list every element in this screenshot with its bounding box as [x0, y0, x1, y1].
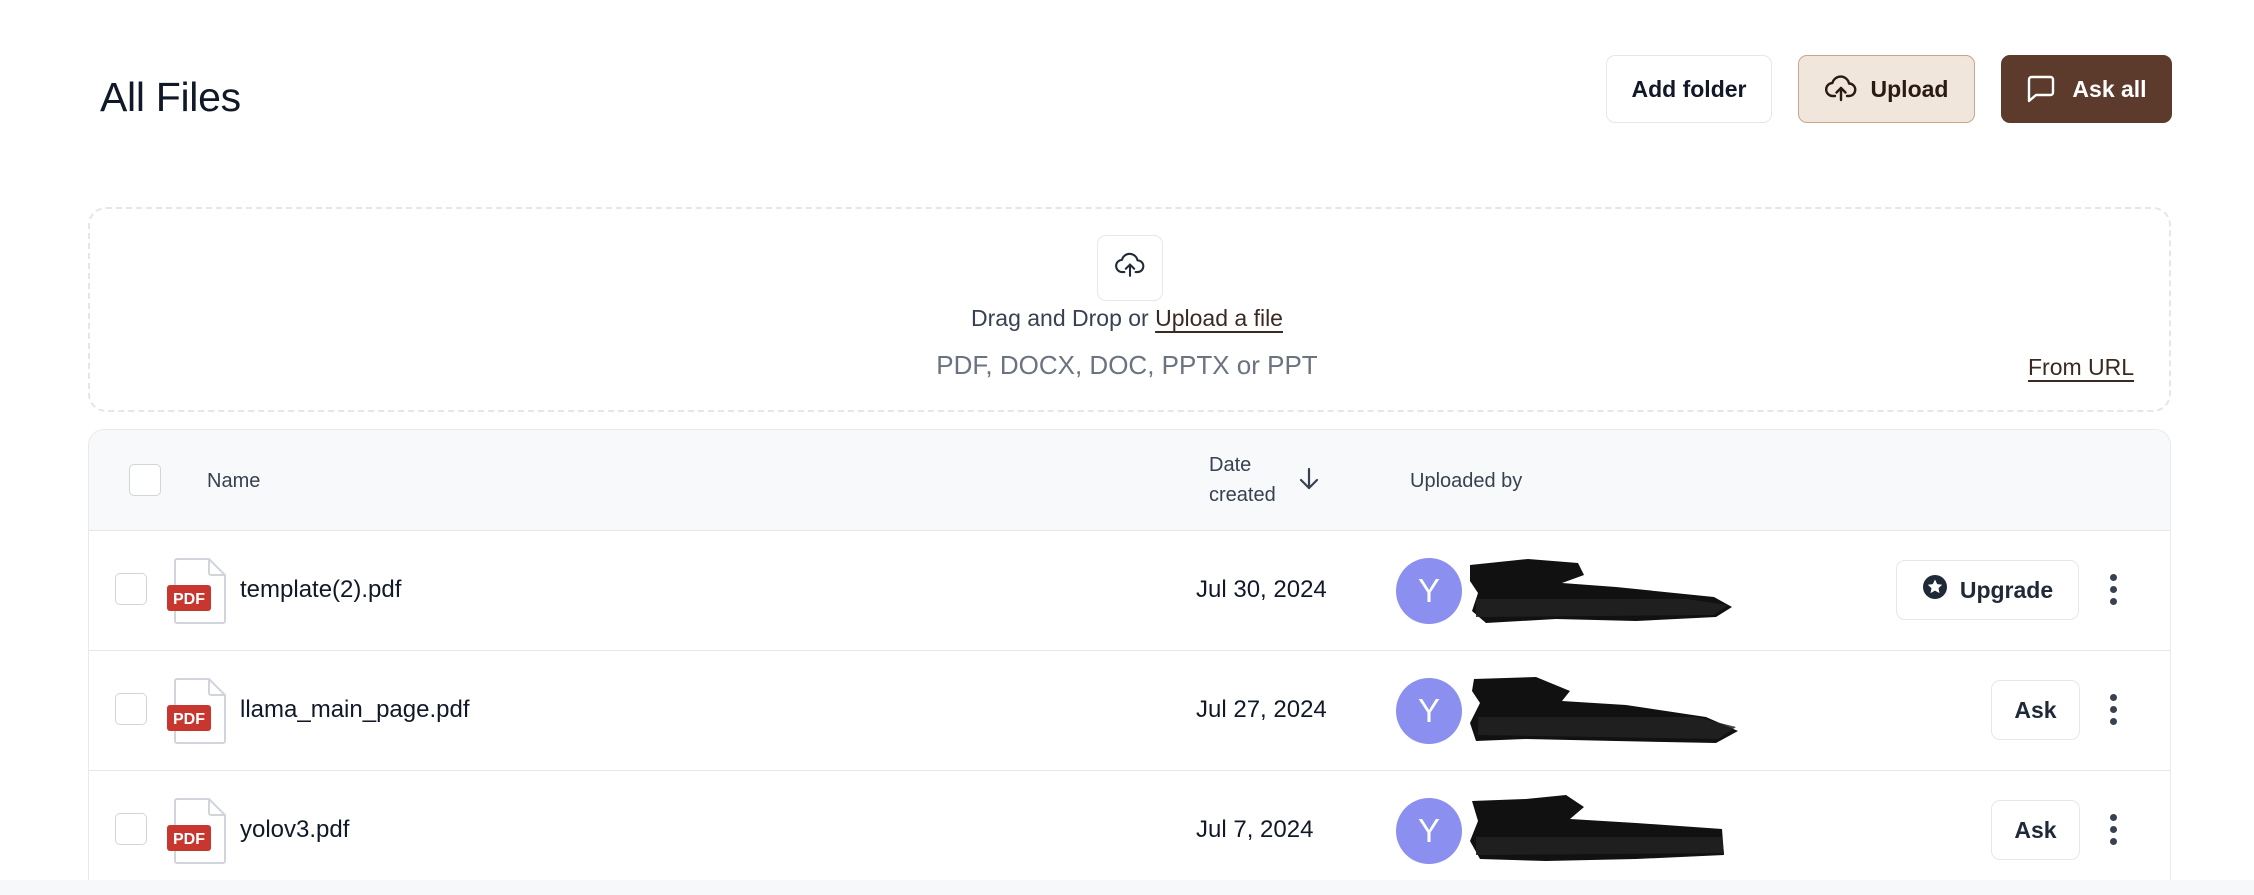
file-name[interactable]: llama_main_page.pdf [240, 696, 470, 724]
dropzone-prefix: Drag and Drop or [971, 305, 1156, 331]
upgrade-label: Upgrade [1959, 576, 2054, 603]
upload-label: Upload [1870, 75, 1949, 102]
chat-bubble-icon [2026, 75, 2056, 103]
header-actions: Add folder Upload Ask all [1606, 55, 2172, 123]
file-name[interactable]: template(2).pdf [240, 576, 401, 604]
redacted-uploader-info [1466, 673, 1746, 751]
accepted-file-types: PDF, DOCX, DOC, PPTX or PPT [936, 350, 1318, 380]
pdf-badge-text: PDF [173, 711, 205, 728]
pdf-file-icon: PDF [167, 557, 231, 625]
upload-button[interactable]: Upload [1798, 55, 1975, 123]
more-vertical-icon[interactable] [2105, 811, 2121, 851]
bottom-scroll-strip [0, 880, 2254, 895]
column-uploaded-by[interactable]: Uploaded by [1410, 470, 1522, 493]
add-folder-label: Add folder [1631, 75, 1747, 102]
column-date-line2: created [1209, 484, 1276, 506]
column-name[interactable]: Name [207, 470, 260, 493]
dropzone-upload-icon-box [1097, 235, 1163, 301]
pdf-file-icon: PDF [167, 677, 231, 745]
file-name[interactable]: yolov3.pdf [240, 816, 349, 844]
page-title: All Files [100, 74, 241, 120]
redacted-uploader-info [1466, 793, 1746, 871]
ask-button[interactable]: Ask [1991, 800, 2080, 860]
add-folder-button[interactable]: Add folder [1606, 55, 1772, 123]
column-date-created[interactable]: Date created [1209, 450, 1276, 510]
more-vertical-icon[interactable] [2105, 571, 2121, 611]
redacted-uploader-info [1466, 553, 1746, 631]
cloud-upload-icon [1115, 252, 1145, 284]
arrow-down-icon[interactable] [1297, 466, 1321, 497]
avatar: Y [1396, 558, 1462, 624]
all-files-page: All Files Add folder Upload Ask all Drag… [0, 0, 2254, 895]
more-vertical-icon[interactable] [2105, 691, 2121, 731]
avatar: Y [1396, 798, 1462, 864]
row-checkbox[interactable] [115, 573, 147, 605]
ask-all-button[interactable]: Ask all [2001, 55, 2172, 123]
row-checkbox[interactable] [115, 813, 147, 845]
star-badge-icon [1922, 574, 1948, 606]
upload-file-link[interactable]: Upload a file [1155, 305, 1283, 331]
dropzone-instructions: Drag and Drop or Upload a file [0, 305, 2254, 332]
pdf-file-icon: PDF [167, 797, 231, 865]
ask-label: Ask [2014, 696, 2057, 723]
select-all-checkbox[interactable] [129, 464, 161, 496]
pdf-badge-text: PDF [173, 591, 205, 608]
file-date: Jul 30, 2024 [1196, 576, 1327, 603]
file-date: Jul 27, 2024 [1196, 696, 1327, 723]
table-row[interactable]: PDF llama_main_page.pdf Jul 27, 2024 Y A… [89, 651, 2170, 771]
from-url-link[interactable]: From URL [2028, 354, 2134, 381]
file-date: Jul 7, 2024 [1196, 816, 1314, 843]
ask-button[interactable]: Ask [1991, 680, 2080, 740]
ask-all-label: Ask all [2072, 75, 2147, 102]
table-row[interactable]: PDF yolov3.pdf Jul 7, 2024 Y Ask [89, 771, 2170, 891]
pdf-badge-text: PDF [173, 831, 205, 848]
files-table: Name Date created Uploaded by PDF templa… [88, 429, 2171, 895]
row-checkbox[interactable] [115, 693, 147, 725]
ask-label: Ask [2014, 816, 2057, 843]
column-date-line1: Date [1209, 454, 1252, 476]
table-row[interactable]: PDF template(2).pdf Jul 30, 2024 Y Upgra… [89, 531, 2170, 651]
avatar: Y [1396, 678, 1462, 744]
table-header: Name Date created Uploaded by [89, 430, 2170, 531]
cloud-upload-icon [1824, 75, 1857, 103]
upgrade-button[interactable]: Upgrade [1896, 560, 2079, 620]
